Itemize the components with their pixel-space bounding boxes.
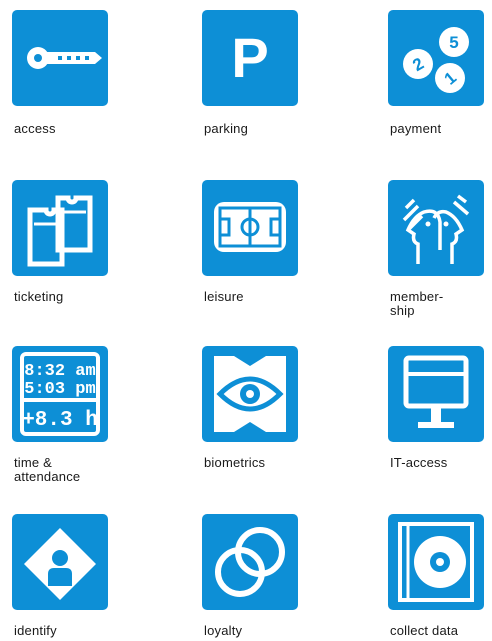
coins-icon: 2 5 1 bbox=[403, 27, 469, 93]
leisure-tile[interactable] bbox=[202, 180, 298, 276]
people-faces-icon bbox=[402, 194, 470, 264]
eye-icon bbox=[214, 356, 286, 432]
access-tile[interactable] bbox=[12, 10, 108, 106]
it-access-tile[interactable] bbox=[388, 346, 484, 442]
duration: +8.3 h bbox=[22, 409, 98, 432]
soccer-field-icon bbox=[214, 202, 286, 252]
membership-label: member- ship bbox=[390, 289, 444, 318]
clock-display-icon: 8:32 am 5:03 pm +8.3 h bbox=[20, 352, 100, 436]
interlocking-rings-icon bbox=[215, 527, 285, 597]
identify-label: identify bbox=[14, 623, 57, 638]
collect-data-tile[interactable] bbox=[388, 514, 484, 610]
ticketing-tile[interactable] bbox=[12, 180, 108, 276]
person-diamond-icon bbox=[24, 528, 96, 600]
cd-disc-icon bbox=[398, 522, 474, 602]
parking-glyph: P bbox=[231, 26, 268, 89]
key-icon bbox=[27, 47, 102, 69]
parking-label: parking bbox=[204, 121, 249, 136]
biometrics-tile[interactable] bbox=[202, 346, 298, 442]
membership-tile[interactable] bbox=[388, 180, 484, 276]
start-time: 8:32 am bbox=[24, 362, 95, 381]
time-attendance-tile[interactable]: 8:32 am 5:03 pm +8.3 h bbox=[12, 346, 108, 442]
parking-tile[interactable]: P bbox=[202, 10, 298, 106]
leisure-label: leisure bbox=[204, 289, 244, 304]
tickets-icon bbox=[27, 195, 93, 267]
end-time: 5:03 pm bbox=[24, 380, 95, 399]
parking-icon: P bbox=[231, 26, 268, 89]
ticketing-label: ticketing bbox=[14, 289, 64, 304]
identify-tile[interactable] bbox=[12, 514, 108, 610]
time-attendance-label: time & attendance bbox=[14, 455, 81, 484]
it-access-label: IT-access bbox=[390, 455, 448, 470]
loyalty-label: loyalty bbox=[204, 623, 243, 638]
collect-data-label: collect data bbox=[390, 623, 459, 638]
computer-terminal-icon bbox=[403, 355, 469, 428]
loyalty-tile[interactable] bbox=[202, 514, 298, 610]
payment-label: payment bbox=[390, 121, 442, 136]
access-label: access bbox=[14, 121, 56, 136]
payment-tile[interactable]: 2 5 1 bbox=[388, 10, 484, 106]
biometrics-label: biometrics bbox=[204, 455, 266, 470]
coin-number: 5 bbox=[449, 33, 458, 52]
